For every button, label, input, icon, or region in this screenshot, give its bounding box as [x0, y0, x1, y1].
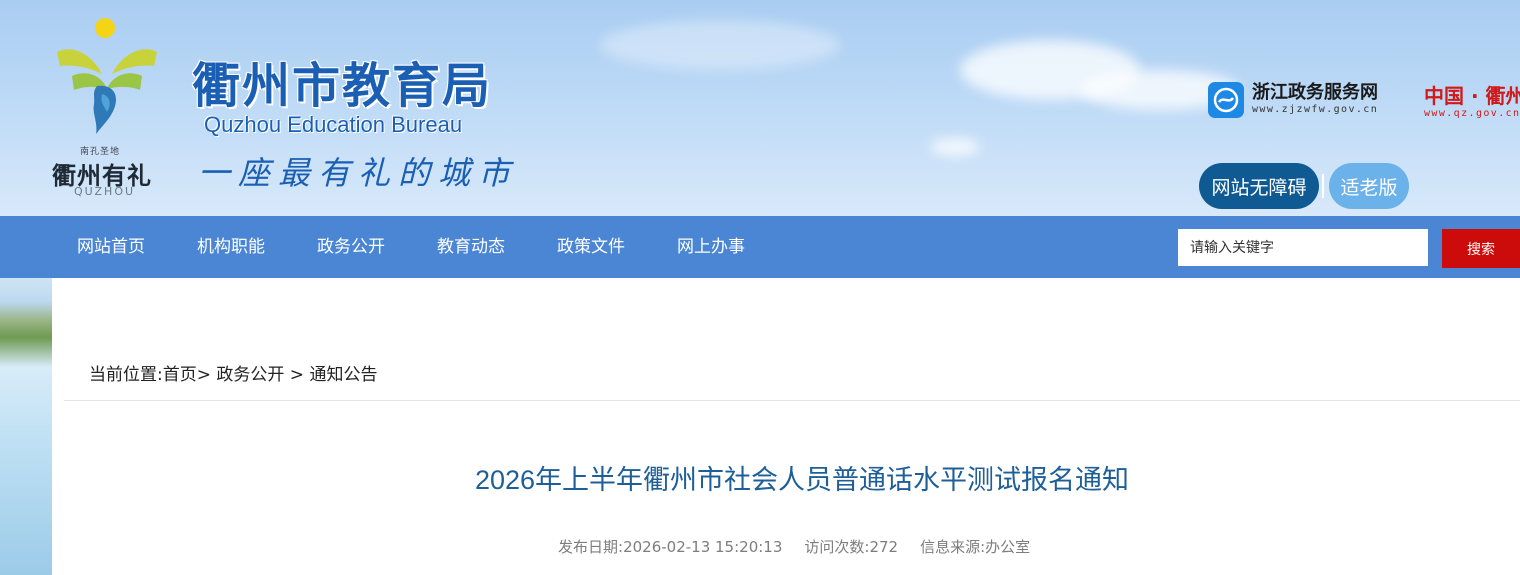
- breadcrumb-notices[interactable]: 通知公告: [309, 365, 377, 385]
- content-area: [52, 278, 1520, 575]
- search-input[interactable]: [1178, 229, 1428, 266]
- info-source: 办公室: [985, 538, 1031, 556]
- breadcrumb-prefix: 当前位置:: [89, 365, 163, 385]
- publish-date: 2026-02-13 15:20:13: [623, 538, 783, 556]
- search-button[interactable]: 搜索: [1442, 229, 1520, 268]
- visit-count: 272: [869, 538, 899, 556]
- breadcrumb-separator: >: [196, 365, 217, 385]
- nav-item-policy[interactable]: 政策文件: [557, 216, 625, 278]
- breadcrumb-divider: [64, 400, 1520, 401]
- elder-mode-button[interactable]: 适老版: [1329, 163, 1409, 209]
- logo-pinyin: QUZHOU: [74, 185, 136, 198]
- source-label: 信息来源:: [920, 538, 986, 556]
- cloud-decoration: [930, 138, 980, 156]
- visits-label: 访问次数:: [804, 538, 870, 556]
- zjzw-name: 浙江政务服务网: [1252, 82, 1378, 103]
- site-slogan: 一座最有礼的城市: [198, 154, 519, 192]
- breadcrumb: 当前位置:首页> 政务公开 > 通知公告: [89, 360, 377, 385]
- header-banner: 南孔圣地 衢州有礼 QUZHOU 衢州市教育局 Quzhou Education…: [0, 0, 1520, 216]
- accessibility-button[interactable]: 网站无障碍: [1199, 163, 1319, 209]
- nav-item-gov-affairs[interactable]: 政务公开: [317, 216, 385, 278]
- nav-item-online-service[interactable]: 网上办事: [677, 216, 745, 278]
- zgqz-url: www.qz.gov.cn: [1424, 108, 1520, 119]
- zjzw-link[interactable]: 浙江政务服务网 www.zjzwfw.gov.cn: [1208, 82, 1378, 118]
- zjzw-logo-icon: [1208, 82, 1244, 118]
- publish-date-label: 发布日期:: [558, 538, 624, 556]
- nav-item-edu-news[interactable]: 教育动态: [437, 216, 505, 278]
- article-title: 2026年上半年衢州市社会人员普通话水平测试报名通知: [474, 465, 1130, 495]
- zgqz-name: 中国 · 衢州: [1424, 84, 1520, 108]
- site-title-english: Quzhou Education Bureau: [204, 112, 463, 137]
- site-title[interactable]: 衢州市教育局: [192, 46, 492, 116]
- breadcrumb-gov-affairs[interactable]: 政务公开: [216, 365, 284, 385]
- zjzw-url: www.zjzwfw.gov.cn: [1252, 104, 1379, 115]
- side-landscape-photo: [0, 278, 52, 575]
- article-meta: 发布日期:2026-02-13 15:20:13 访问次数:272 信息来源:办公室: [558, 536, 1030, 557]
- header-button-divider: [1322, 174, 1324, 198]
- cloud-decoration: [600, 20, 840, 70]
- quzhou-emblem-icon: [57, 18, 157, 134]
- zgqz-link[interactable]: 中国 · 衢州 www.qz.gov.cn: [1424, 84, 1520, 119]
- nav-item-home[interactable]: 网站首页: [77, 216, 145, 278]
- breadcrumb-separator: >: [284, 365, 310, 385]
- nav-item-institution[interactable]: 机构职能: [197, 216, 265, 278]
- breadcrumb-home[interactable]: 首页: [163, 365, 197, 385]
